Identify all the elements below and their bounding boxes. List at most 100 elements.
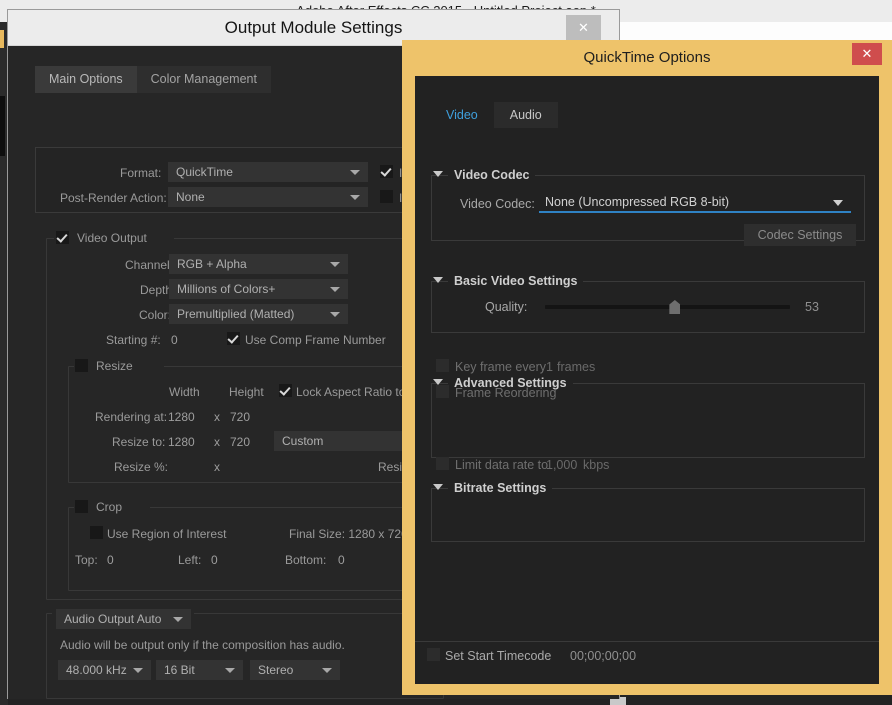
resize-percent-label: Resize %: <box>114 460 169 474</box>
limit-data-rate-value[interactable]: 1,000 <box>546 458 577 472</box>
resize-to-width[interactable]: 1280 <box>168 435 195 449</box>
quicktime-options-dialog: QuickTime Options ✕ Video Audio Video Co… <box>402 40 892 695</box>
app-left-accent-sliver <box>0 30 4 48</box>
final-size-label: Final Size: 1280 x 720 <box>289 527 408 541</box>
tab-color-management[interactable]: Color Management <box>136 66 271 93</box>
crop-left-value[interactable]: 0 <box>211 553 218 567</box>
post-render-action-label: Post-Render Action: <box>60 191 167 205</box>
color-label: Color: <box>139 308 172 322</box>
starting-number-value[interactable]: 0 <box>171 333 178 347</box>
resize-to-x: x <box>214 435 220 449</box>
limit-data-rate-unit: kbps <box>583 458 610 472</box>
basic-video-settings-title: Basic Video Settings <box>448 274 584 288</box>
tab-audio[interactable]: Audio <box>493 102 558 128</box>
video-output-checkbox[interactable] <box>56 231 69 244</box>
format-label: Format: <box>120 166 162 180</box>
include-source-xmp-checkbox[interactable] <box>380 190 393 203</box>
rendering-at-width: 1280 <box>168 410 195 424</box>
resize-preset-value: Custom <box>282 434 324 448</box>
bitrate-settings-title: Bitrate Settings <box>448 481 553 495</box>
start-timecode-value[interactable]: 00;00;00;00 <box>570 649 636 663</box>
chevron-down-icon <box>225 668 235 673</box>
video-codec-value: None (Uncompressed RGB 8-bit) <box>545 195 730 209</box>
bitrate-settings-section <box>431 488 865 542</box>
output-module-tabstrip: Main Options Color Management <box>35 66 271 93</box>
resize-checkbox[interactable] <box>75 359 88 372</box>
resize-to-label: Resize to: <box>112 435 166 449</box>
app-left-panel-dark <box>0 96 5 156</box>
channels-value: RGB + Alpha <box>177 257 247 271</box>
format-dropdown[interactable]: QuickTime <box>168 162 368 182</box>
frame-reordering-checkbox[interactable] <box>436 385 449 398</box>
quicktime-content: Video Audio Video Codec Video Codec: Non… <box>415 76 879 684</box>
chevron-down-icon <box>833 200 843 206</box>
lock-aspect-ratio-checkbox[interactable] <box>279 384 292 397</box>
crop-group-label: Crop <box>91 500 128 514</box>
post-render-action-value: None <box>176 190 205 204</box>
crop-left-label: Left: <box>178 553 202 567</box>
chevron-down-icon <box>330 287 340 292</box>
audio-output-mode-value: Audio Output Auto <box>64 612 162 626</box>
key-frame-every-label: Key frame every <box>455 360 547 374</box>
audio-sample-rate-value: 48.000 kHz <box>66 663 127 677</box>
limit-data-rate-checkbox[interactable] <box>436 457 449 470</box>
close-icon[interactable]: ✕ <box>852 43 882 65</box>
limit-data-rate-label: Limit data rate to <box>455 458 549 472</box>
key-frame-every-unit: frames <box>557 360 596 374</box>
audio-output-mode-dropdown[interactable]: Audio Output Auto <box>56 609 191 629</box>
footer-divider <box>415 641 879 642</box>
use-region-of-interest-checkbox[interactable] <box>90 526 103 539</box>
frame-reordering-label: Frame Reordering <box>455 386 557 400</box>
quicktime-tabstrip: Video Audio <box>430 102 558 128</box>
close-icon[interactable]: ✕ <box>566 15 601 40</box>
chevron-down-icon <box>330 312 340 317</box>
use-comp-frame-number-label: Use Comp Frame Number <box>245 333 386 347</box>
depth-value: Millions of Colors+ <box>177 282 276 296</box>
chevron-down-icon <box>350 195 360 200</box>
video-codec-section-title: Video Codec <box>448 168 536 182</box>
crop-checkbox[interactable] <box>75 500 88 513</box>
quicktime-title: QuickTime Options <box>583 49 711 66</box>
resize-width-header: Width <box>169 385 200 399</box>
format-value: QuickTime <box>176 165 233 179</box>
depth-dropdown[interactable]: Millions of Colors+ <box>169 279 348 299</box>
color-value: Premultiplied (Matted) <box>177 307 295 321</box>
disclosure-triangle-icon[interactable] <box>433 277 443 283</box>
resize-height-header: Height <box>229 385 264 399</box>
chevron-down-icon <box>322 668 332 673</box>
resize-to-height[interactable]: 720 <box>230 435 250 449</box>
use-comp-frame-number-checkbox[interactable] <box>227 332 240 345</box>
audio-bit-depth-dropdown[interactable]: 16 Bit <box>156 660 243 680</box>
chevron-down-icon <box>350 170 360 175</box>
crop-bottom-value[interactable]: 0 <box>338 553 345 567</box>
chevron-down-icon <box>133 668 143 673</box>
crop-bottom-label: Bottom: <box>285 553 327 567</box>
key-frame-every-checkbox[interactable] <box>436 359 449 372</box>
disclosure-triangle-icon[interactable] <box>433 484 443 490</box>
quality-slider-track[interactable] <box>545 305 790 309</box>
disclosure-triangle-icon[interactable] <box>433 171 443 177</box>
post-render-action-dropdown[interactable]: None <box>168 187 368 207</box>
audio-output-note: Audio will be output only if the composi… <box>60 638 345 652</box>
audio-sample-rate-dropdown[interactable]: 48.000 kHz <box>58 660 151 680</box>
video-codec-dropdown[interactable]: None (Uncompressed RGB 8-bit) <box>539 191 851 213</box>
include-project-link-checkbox[interactable] <box>380 165 393 178</box>
starting-number-label: Starting #: <box>106 333 161 347</box>
key-frame-every-value[interactable]: 1 <box>546 360 553 374</box>
codec-settings-button[interactable]: Codec Settings <box>744 224 856 246</box>
crop-top-value[interactable]: 0 <box>107 553 114 567</box>
video-output-group-label: Video Output <box>72 231 152 245</box>
crop-group <box>68 507 430 591</box>
chevron-down-icon <box>330 262 340 267</box>
quicktime-title-bar: QuickTime Options ✕ <box>402 40 892 76</box>
quality-value: 53 <box>805 300 819 314</box>
set-start-timecode-label: Set Start Timecode <box>445 649 552 663</box>
audio-channels-dropdown[interactable]: Stereo <box>250 660 340 680</box>
color-dropdown[interactable]: Premultiplied (Matted) <box>169 304 348 324</box>
rendering-at-x: x <box>214 410 220 424</box>
tab-video[interactable]: Video <box>430 102 494 128</box>
channels-dropdown[interactable]: RGB + Alpha <box>169 254 348 274</box>
tab-main-options[interactable]: Main Options <box>35 66 137 93</box>
set-start-timecode-checkbox[interactable] <box>427 648 440 661</box>
use-region-of-interest-label: Use Region of Interest <box>107 527 227 541</box>
